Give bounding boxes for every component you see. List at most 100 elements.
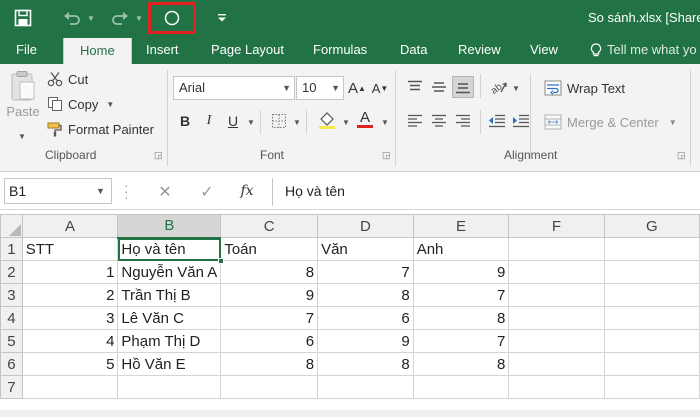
enter-entry-button[interactable]: ✓ (196, 182, 218, 202)
align-right-button[interactable] (452, 110, 474, 132)
cell[interactable]: 5 (21, 352, 119, 376)
clipboard-launcher-icon[interactable]: ◲ (154, 150, 164, 160)
cell[interactable]: 8 (220, 352, 319, 376)
select-all-corner[interactable] (0, 214, 23, 238)
cell[interactable]: 8 (317, 352, 414, 376)
tab-home[interactable]: Home (63, 38, 132, 64)
cell[interactable] (603, 375, 700, 399)
cut-button[interactable]: Cut (47, 69, 88, 89)
font-name-select[interactable]: Arial ▼ (173, 76, 295, 100)
underline-button[interactable]: U (222, 110, 244, 132)
cell[interactable]: 8 (412, 306, 510, 330)
cell[interactable]: 3 (21, 306, 119, 330)
row-header[interactable]: 3 (0, 283, 23, 307)
cell[interactable] (508, 237, 605, 261)
cell[interactable]: 8 (412, 352, 510, 376)
cell[interactable]: STT (21, 237, 119, 261)
row-header[interactable]: 5 (0, 329, 23, 353)
bold-button[interactable]: B (174, 110, 196, 132)
cell[interactable]: 6 (317, 306, 414, 330)
column-header-d[interactable]: D (317, 214, 414, 238)
format-painter-button[interactable]: Format Painter (47, 119, 154, 139)
copy-dropdown-icon[interactable]: ▼ (106, 100, 114, 109)
font-color-button[interactable]: A (354, 108, 376, 130)
cell[interactable] (508, 283, 605, 307)
italic-button[interactable]: I (198, 110, 220, 132)
merge-dropdown-icon[interactable]: ▼ (669, 118, 677, 127)
increase-indent-button[interactable] (510, 110, 532, 132)
cell[interactable]: Hồ Văn E (117, 352, 222, 376)
cell[interactable]: Anh (412, 237, 510, 261)
bottom-align-button[interactable] (452, 76, 474, 98)
cell[interactable]: Nguyễn Văn A (117, 260, 222, 284)
tab-view[interactable]: View (530, 36, 558, 64)
cell[interactable]: 1 (21, 260, 119, 284)
row-header[interactable]: 7 (0, 375, 23, 399)
redo-icon[interactable] (108, 6, 132, 30)
underline-dropdown-icon[interactable]: ▼ (247, 118, 255, 127)
orientation-dropdown-icon[interactable]: ▼ (512, 84, 520, 93)
align-center-button[interactable] (428, 110, 450, 132)
cell[interactable] (603, 306, 700, 330)
column-header-a[interactable]: A (21, 214, 119, 238)
cancel-entry-button[interactable]: ✕ (154, 182, 176, 202)
cell[interactable]: 4 (21, 329, 119, 353)
undo-dropdown-icon[interactable]: ▼ (86, 6, 96, 30)
customize-toolbar-icon[interactable] (214, 6, 230, 30)
name-box-dropdown-icon[interactable]: ▼ (96, 186, 105, 196)
cell[interactable]: 7 (412, 329, 510, 353)
insert-function-button[interactable]: fx (236, 183, 258, 203)
grow-font-button[interactable]: A ▲ (346, 77, 368, 99)
tab-insert[interactable]: Insert (146, 36, 179, 64)
cell[interactable] (508, 375, 605, 399)
column-header-c[interactable]: C (220, 214, 319, 238)
tab-page-layout[interactable]: Page Layout (211, 36, 284, 64)
copy-button[interactable]: Copy ▼ (47, 94, 114, 114)
cell[interactable] (603, 283, 700, 307)
column-header-g[interactable]: G (603, 214, 700, 238)
tab-file[interactable]: File (16, 36, 37, 64)
align-left-button[interactable] (404, 110, 426, 132)
tab-review[interactable]: Review (458, 36, 501, 64)
cell[interactable]: Phạm Thị D (117, 329, 222, 353)
circle-icon[interactable] (160, 6, 184, 30)
cell[interactable]: 8 (220, 260, 319, 284)
cell[interactable] (603, 352, 700, 376)
cell[interactable] (412, 375, 510, 399)
top-align-button[interactable] (404, 76, 426, 98)
formula-bar-grip-icon[interactable]: · · · (124, 178, 130, 204)
cell[interactable] (603, 260, 700, 284)
redo-dropdown-icon[interactable]: ▼ (134, 6, 144, 30)
cell[interactable] (117, 375, 222, 399)
cell[interactable]: 2 (21, 283, 119, 307)
column-header-e[interactable]: E (412, 214, 510, 238)
borders-button[interactable] (268, 110, 290, 132)
cell[interactable]: 9 (220, 283, 319, 307)
cell[interactable]: 7 (412, 283, 510, 307)
cell[interactable]: 9 (412, 260, 510, 284)
active-cell[interactable]: Họ và tên (117, 237, 225, 264)
cell[interactable]: 6 (220, 329, 319, 353)
cell[interactable] (21, 375, 119, 399)
middle-align-button[interactable] (428, 76, 450, 98)
fill-color-dropdown-icon[interactable]: ▼ (342, 118, 350, 127)
cell[interactable] (220, 375, 319, 399)
cell[interactable]: Văn (317, 237, 414, 261)
cell[interactable]: 9 (317, 329, 414, 353)
wrap-text-button[interactable]: Wrap Text (544, 77, 625, 99)
cell[interactable] (508, 352, 605, 376)
row-header[interactable]: 4 (0, 306, 23, 330)
font-launcher-icon[interactable]: ◲ (382, 150, 392, 160)
tell-me-box[interactable]: Tell me what yo (590, 36, 697, 64)
paste-button[interactable]: Paste (6, 70, 40, 134)
cell[interactable]: Toán (220, 237, 319, 261)
cell[interactable]: Lê Văn C (117, 306, 222, 330)
fill-color-button[interactable] (316, 109, 338, 131)
cell[interactable] (603, 329, 700, 353)
font-color-dropdown-icon[interactable]: ▼ (381, 118, 389, 127)
column-header-f[interactable]: F (508, 214, 605, 238)
shrink-font-button[interactable]: A ▼ (369, 77, 391, 99)
tab-formulas[interactable]: Formulas (313, 36, 367, 64)
cell[interactable] (508, 329, 605, 353)
cell[interactable] (317, 375, 414, 399)
